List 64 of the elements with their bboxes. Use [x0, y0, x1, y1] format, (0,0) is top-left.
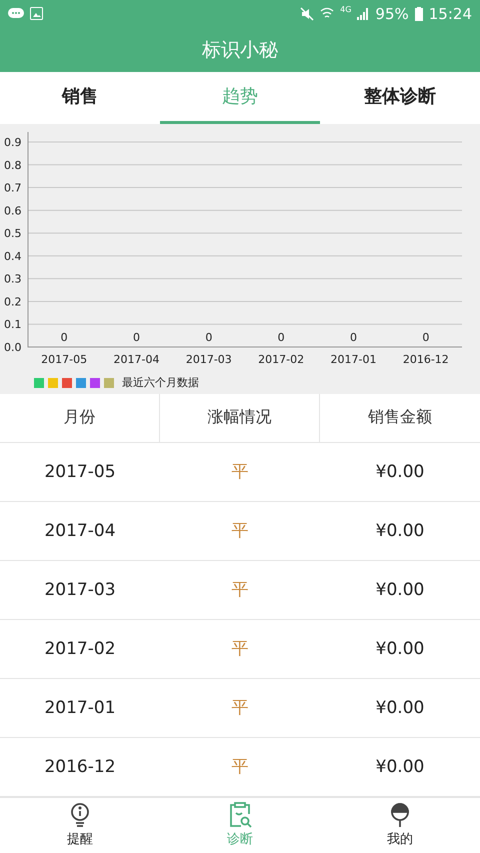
y-tick-label: 0.1	[4, 318, 22, 331]
network-type: 4G	[340, 5, 352, 14]
data-label: 0	[60, 330, 68, 344]
y-tick-label: 0.7	[4, 181, 22, 194]
wifi-icon	[320, 7, 334, 20]
change-cell-text: 平	[232, 461, 248, 484]
image-icon	[30, 7, 43, 20]
legend-label: 最近六个月数据	[122, 375, 199, 390]
message-icon	[8, 8, 24, 20]
column-header: 销售金额	[367, 406, 433, 428]
signal-icon	[357, 8, 370, 20]
x-tick-label: 2016-12	[402, 352, 449, 366]
y-tick-label: 0.2	[4, 295, 22, 308]
column-header: 月份	[0, 394, 160, 442]
y-tick-label: 0.4	[4, 250, 22, 262]
y-tick-label: 0.0	[4, 340, 22, 354]
data-label: 0	[205, 330, 212, 344]
x-tick-label: 2017-01	[330, 352, 376, 366]
x-tick-label: 2017-03	[186, 352, 232, 366]
x-tick-label: 2017-05	[41, 352, 88, 366]
data-label: 0	[350, 330, 357, 344]
month-cell: 2017-02	[44, 638, 116, 659]
app-title: 标识小秘	[202, 38, 278, 63]
x-tick-label: 2017-02	[258, 352, 304, 366]
y-tick-label: 0.9	[4, 136, 22, 149]
clipboard-search-icon	[228, 802, 252, 828]
data-label: 0	[133, 330, 140, 344]
y-tick-label: 0.3	[4, 272, 22, 286]
battery-percent: 95%	[375, 4, 409, 23]
month-cell: 2017-01	[44, 698, 116, 718]
tab[interactable]: 整体诊断	[320, 72, 480, 124]
amount-cell: ¥0.00	[376, 698, 424, 718]
month-cell: 2017-03	[44, 580, 116, 600]
battery-icon	[414, 6, 423, 21]
amount-cell: ¥0.00	[376, 462, 424, 482]
change-cell-text: 平	[232, 520, 248, 542]
lightbulb-icon	[68, 802, 92, 828]
data-label: 0	[422, 330, 430, 344]
clock-time: 15:24	[428, 4, 472, 23]
data-label: 0	[278, 330, 285, 344]
lamp-icon	[388, 802, 412, 828]
tab[interactable]: 销售	[0, 72, 160, 124]
amount-cell: ¥0.00	[376, 520, 424, 541]
change-cell-text: 平	[232, 579, 248, 602]
change-cell-text: 平	[232, 638, 248, 660]
amount-cell: ¥0.00	[376, 580, 424, 600]
amount-cell: ¥0.00	[376, 638, 424, 659]
x-tick-label: 2017-04	[114, 352, 160, 366]
month-cell: 2017-04	[44, 520, 116, 541]
y-tick-label: 0.5	[4, 226, 22, 240]
nav-tab[interactable]: 我的	[320, 798, 480, 853]
nav-tab[interactable]: 提醒	[0, 798, 160, 853]
amount-cell: ¥0.00	[376, 756, 424, 777]
column-header: 涨幅情况	[160, 394, 320, 442]
y-tick-label: 0.8	[4, 158, 22, 172]
nav-label: 提醒	[67, 831, 93, 848]
mute-icon	[300, 6, 314, 21]
month-cell: 2016-12	[44, 756, 116, 777]
y-tick-label: 0.6	[4, 204, 22, 217]
change-cell-text: 平	[232, 697, 248, 720]
month-cell: 2017-05	[44, 462, 116, 482]
nav-label: 我的	[387, 831, 413, 848]
change-cell-text: 平	[232, 756, 248, 778]
nav-label: 诊断	[227, 831, 253, 848]
